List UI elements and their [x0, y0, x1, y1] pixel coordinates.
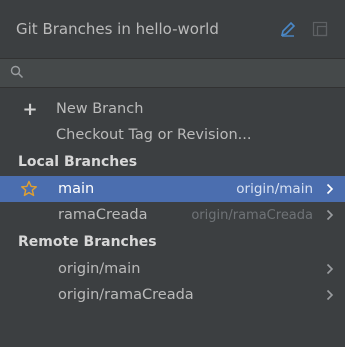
pencil-icon[interactable]	[277, 18, 299, 40]
plus-icon: +	[22, 98, 38, 120]
popup-header: Git Branches in hello-world	[0, 0, 345, 58]
tracking-branch: origin/ramaCreada	[191, 207, 313, 223]
checkout-tag-action[interactable]: Checkout Tag or Revision...	[0, 122, 345, 148]
remote-branches-heading: Remote Branches	[18, 234, 157, 250]
popup-title: Git Branches in hello-world	[16, 20, 219, 38]
restore-icon[interactable]	[309, 18, 331, 40]
remote-branch-origin-main[interactable]: origin/main	[0, 256, 345, 282]
search-input[interactable]	[30, 64, 335, 82]
remote-branch-origin-ramacreada[interactable]: origin/ramaCreada	[0, 282, 345, 308]
branch-name: origin/ramaCreada	[58, 287, 194, 303]
new-branch-action[interactable]: + New Branch	[0, 96, 345, 122]
chevron-right-icon	[323, 263, 337, 275]
search-icon	[10, 64, 24, 83]
star-icon[interactable]	[20, 180, 42, 198]
local-branch-main[interactable]: main origin/main	[0, 176, 345, 202]
branch-list: + New Branch Checkout Tag or Revision...…	[0, 88, 345, 308]
branch-name: origin/main	[58, 261, 141, 277]
chevron-right-icon	[323, 183, 337, 195]
checkout-tag-label: Checkout Tag or Revision...	[56, 127, 252, 143]
local-branch-ramacreada[interactable]: ramaCreada origin/ramaCreada	[0, 202, 345, 228]
branch-name: main	[58, 181, 95, 197]
tracking-branch: origin/main	[236, 181, 313, 197]
new-branch-label: New Branch	[56, 101, 144, 117]
chevron-right-icon	[323, 209, 337, 221]
chevron-right-icon	[323, 289, 337, 301]
git-branches-popup: Git Branches in hello-world + New Branch…	[0, 0, 345, 347]
branch-name: ramaCreada	[58, 207, 148, 223]
search-bar[interactable]	[0, 58, 345, 88]
local-branches-heading: Local Branches	[18, 154, 138, 170]
